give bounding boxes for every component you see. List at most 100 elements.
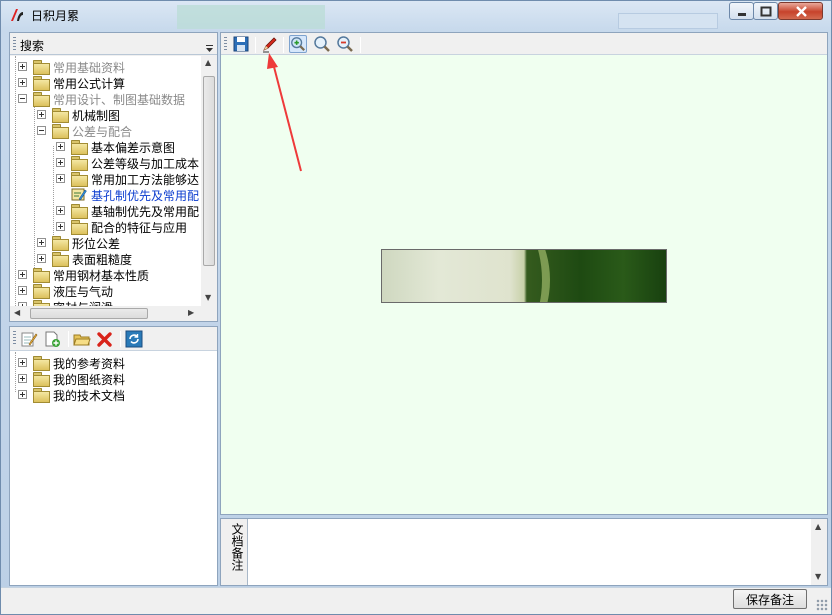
notes-panel: 文档备注 ▲ ▼ [220, 518, 828, 586]
tree-node[interactable]: 基本偏差示意图 [10, 138, 201, 155]
search-button[interactable]: 搜索 [20, 37, 44, 54]
refresh-icon[interactable] [125, 330, 143, 348]
scroll-right-icon[interactable]: ▶ [188, 309, 194, 317]
expand-icon[interactable] [18, 390, 27, 399]
folder-icon [33, 372, 50, 387]
folder-icon [71, 156, 88, 171]
expand-icon[interactable] [18, 62, 27, 71]
expand-icon[interactable] [18, 78, 27, 87]
notes-label: 文档备注 [230, 523, 244, 571]
document-viewer[interactable] [220, 32, 828, 515]
toolbar-grip[interactable] [13, 37, 16, 51]
tree-node[interactable]: 常用设计、制图基础数据 [10, 90, 201, 107]
expand-icon[interactable] [56, 174, 65, 183]
horizontal-scrollbar[interactable]: ◀ ▶ [10, 306, 201, 321]
tree-node[interactable]: 形位公差 [10, 234, 201, 251]
scrollbar-thumb[interactable] [203, 76, 215, 266]
viewer-toolbar [221, 33, 827, 55]
pen-icon[interactable] [261, 35, 279, 53]
tree-node[interactable]: 液压与气动 [10, 282, 201, 299]
tree-node[interactable]: 基孔制优先及常用配 [10, 186, 201, 203]
edited-document-icon [71, 188, 87, 201]
minimize-button[interactable] [729, 2, 754, 20]
folder-icon [33, 284, 50, 299]
document-tree[interactable]: 我的参考资料 我的图纸资料 我的技术文档 [10, 352, 217, 584]
document-tree-panel: 我的参考资料 我的图纸资料 我的技术文档 [9, 326, 218, 586]
zoom-in-icon[interactable] [289, 35, 307, 53]
app-logo-icon [11, 9, 23, 21]
tree-node[interactable]: 密封与润滑 [10, 298, 201, 306]
tree-node[interactable]: 常用加工方法能够达 [10, 170, 201, 187]
document-toolbar [10, 327, 217, 351]
scroll-down-icon[interactable]: ▼ [205, 294, 211, 302]
expand-icon[interactable] [37, 238, 46, 247]
scroll-down-icon[interactable]: ▼ [815, 573, 821, 581]
category-tree[interactable]: 常用基础资料 常用公式计算 常用设计、制图基础数据 机械制图 公差与配合 基本偏差示意图公… [10, 56, 201, 306]
folder-icon [33, 268, 50, 283]
folder-icon [33, 60, 50, 75]
notes-scrollbar[interactable]: ▲ ▼ [811, 519, 827, 585]
save-icon[interactable] [232, 35, 250, 53]
notes-box: ▲ ▼ [247, 519, 827, 585]
tree-node-label: 我的技术文档 [53, 389, 126, 403]
tree-node[interactable]: 机械制图 [10, 106, 201, 123]
toolbar-grip[interactable] [13, 331, 16, 345]
tree-node[interactable]: 基轴制优先及常用配 [10, 202, 201, 219]
toolbar-separator [283, 37, 284, 53]
expand-icon[interactable] [56, 206, 65, 215]
background-window-fragment [618, 13, 718, 29]
edit-note-icon[interactable] [20, 330, 38, 348]
zoom-out-icon[interactable] [336, 35, 354, 53]
expand-icon[interactable] [18, 374, 27, 383]
folder-icon [52, 236, 69, 251]
document-image [381, 249, 667, 303]
window-title: 日积月累 [31, 9, 80, 23]
expand-icon[interactable] [37, 110, 46, 119]
status-bar: 保存备注 [1, 587, 831, 614]
zoom-fit-icon[interactable] [313, 35, 331, 53]
folder-icon [33, 388, 50, 403]
scroll-left-icon[interactable]: ◀ [14, 309, 20, 317]
tree-node[interactable]: 常用钢材基本性质 [10, 266, 201, 283]
title-bar[interactable]: 日积月累 [1, 1, 831, 29]
tree-node[interactable]: 常用基础资料 [10, 58, 201, 75]
notes-textarea[interactable] [248, 519, 804, 585]
folder-icon [71, 172, 88, 187]
dropdown-arrow-icon[interactable] [205, 44, 214, 53]
close-button[interactable] [778, 2, 823, 20]
scroll-up-icon[interactable]: ▲ [815, 523, 821, 531]
toolbar-grip[interactable] [224, 37, 227, 51]
folder-icon [33, 356, 50, 371]
tree-node[interactable]: 公差等级与加工成本 [10, 154, 201, 171]
open-folder-icon[interactable] [73, 330, 91, 348]
folder-icon [71, 204, 88, 219]
scroll-up-icon[interactable]: ▲ [205, 59, 211, 67]
scrollbar-thumb[interactable] [30, 308, 148, 319]
collapse-icon[interactable] [37, 126, 46, 135]
tree-node[interactable]: 公差与配合 [10, 122, 201, 139]
vertical-scrollbar[interactable]: ▲ ▼ [201, 56, 217, 306]
toolbar-separator [360, 37, 361, 53]
expand-icon[interactable] [56, 142, 65, 151]
tree-node[interactable]: 常用公式计算 [10, 74, 201, 91]
maximize-button[interactable] [753, 2, 778, 20]
tree-node[interactable]: 配合的特征与应用 [10, 218, 201, 235]
delete-icon[interactable] [96, 330, 114, 348]
expand-icon[interactable] [18, 286, 27, 295]
folder-icon [52, 108, 69, 123]
save-notes-button[interactable]: 保存备注 [733, 589, 807, 609]
expand-icon[interactable] [56, 222, 65, 231]
expand-icon[interactable] [18, 270, 27, 279]
scrollbar-corner [201, 306, 217, 321]
expand-icon[interactable] [56, 158, 65, 167]
tree-node[interactable]: 表面粗糙度 [10, 250, 201, 267]
folder-icon [33, 92, 50, 107]
resize-grip[interactable] [816, 599, 828, 611]
collapse-icon[interactable] [18, 94, 27, 103]
toolbar-separator [68, 331, 69, 347]
new-document-icon[interactable] [43, 330, 61, 348]
expand-icon[interactable] [37, 254, 46, 263]
folder-icon [71, 220, 88, 235]
folder-icon [52, 252, 69, 267]
expand-icon[interactable] [18, 358, 27, 367]
